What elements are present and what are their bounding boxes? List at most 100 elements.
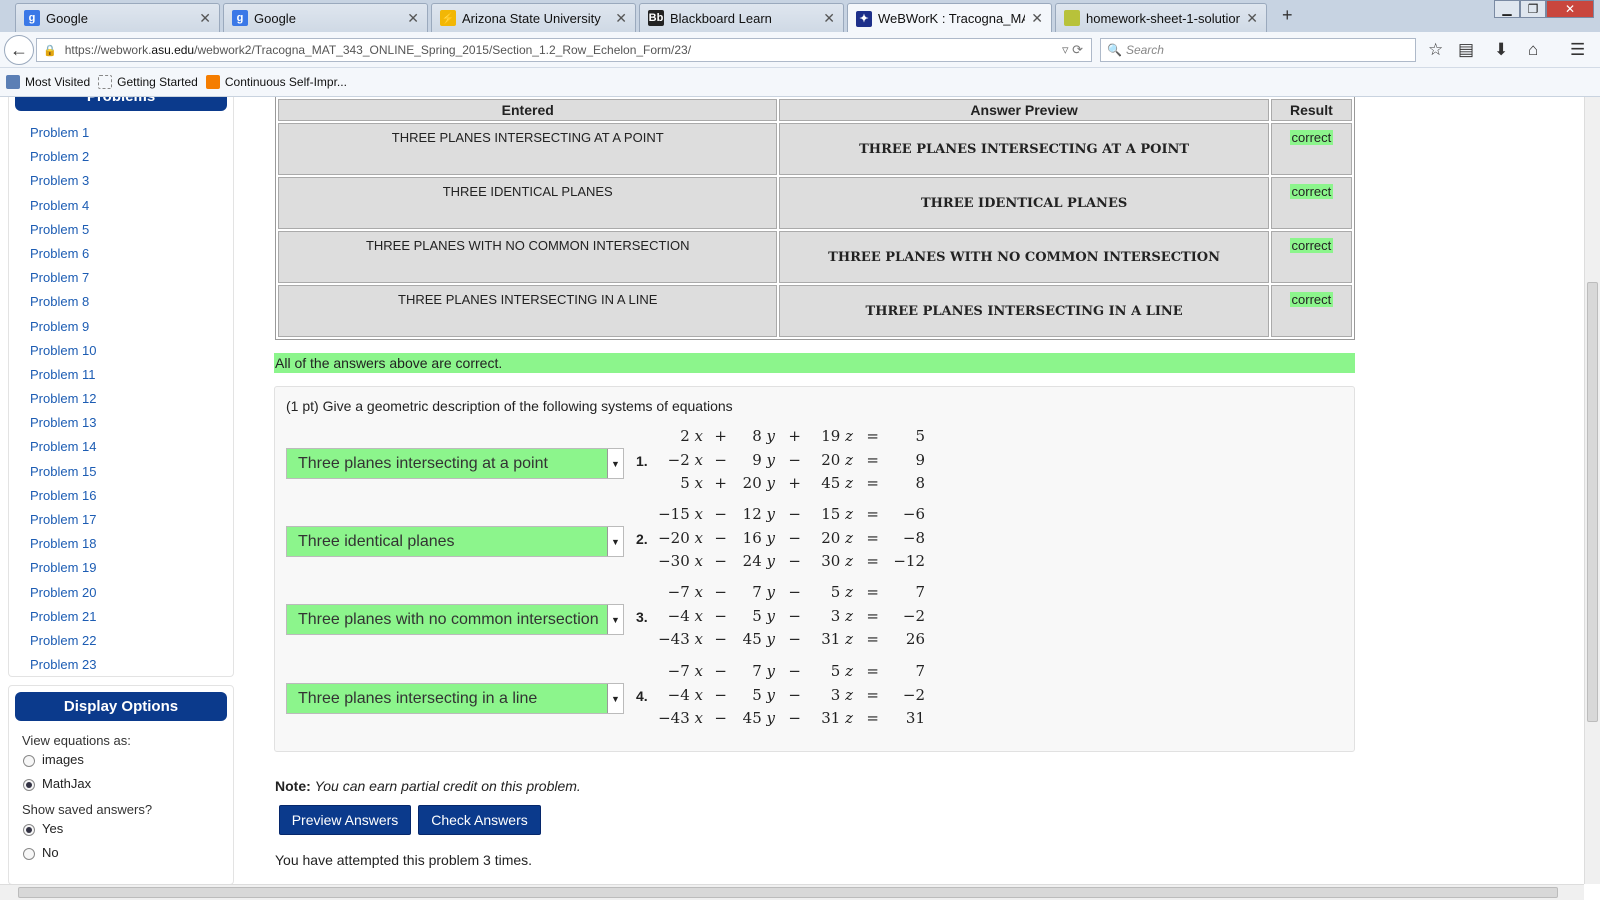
search-input[interactable]: 🔍 Search: [1100, 38, 1416, 62]
equals-sign: =: [866, 474, 879, 492]
coefficient: 5 y: [752, 686, 775, 704]
url-bar[interactable]: 🔒 https://webwork.asu.edu/webwork2/Traco…: [36, 38, 1092, 62]
sidebar-problem-link[interactable]: Problem 15: [30, 464, 96, 488]
answer-select-2[interactable]: Three identical planes ▼: [286, 526, 624, 557]
close-icon[interactable]: ✕: [1031, 10, 1043, 27]
vertical-scroll-thumb[interactable]: [1587, 282, 1598, 722]
sidebar-problem-link[interactable]: Problem 19: [30, 560, 96, 584]
close-window-icon[interactable]: ✕: [1546, 0, 1594, 18]
minimize-icon[interactable]: ▁: [1494, 0, 1520, 18]
answer-select-3[interactable]: Three planes with no common intersection…: [286, 604, 624, 635]
rhs-value: 7: [915, 662, 925, 680]
sidebar-problem-link[interactable]: Problem 7: [30, 270, 96, 294]
variable: z: [840, 505, 853, 523]
coefficient: 5 z: [831, 662, 853, 680]
answer-select-value: Three planes intersecting in a line: [298, 689, 538, 707]
close-icon[interactable]: ✕: [615, 10, 627, 27]
tab-bar: g Google ✕ g Google ✕ ⚡ Arizona State Un…: [0, 0, 1600, 33]
tab-google-2[interactable]: g Google ✕: [223, 3, 428, 32]
variable: y: [761, 450, 775, 469]
sidebar-problem-link[interactable]: Problem 23: [30, 657, 96, 681]
sidebar-problem-link[interactable]: Problem 5: [30, 222, 96, 246]
reload-icon[interactable]: ▿ ⟳: [1062, 42, 1083, 58]
bookmark-continuous-self-improvement[interactable]: Continuous Self-Impr...: [205, 75, 347, 89]
sidebar-problem-link[interactable]: Problem 9: [30, 319, 96, 343]
menu-icon[interactable]: ☰: [1570, 40, 1585, 60]
home-icon[interactable]: ⌂: [1528, 40, 1538, 60]
vertical-scrollbar[interactable]: [1584, 97, 1600, 884]
answer-select-1[interactable]: Three planes intersecting at a point ▼: [286, 448, 624, 479]
sidebar-problem-link[interactable]: Problem 3: [30, 173, 96, 197]
sidebar-problem-link[interactable]: Problem 18: [30, 536, 96, 560]
radio-images[interactable]: [23, 755, 35, 767]
results-header-row: Entered Answer Preview Result: [278, 99, 1352, 121]
entered-cell: THREE PLANES INTERSECTING IN A LINE: [278, 285, 778, 337]
download-icon[interactable]: ⬇: [1494, 40, 1508, 60]
sidebar-problem-link[interactable]: Problem 17: [30, 512, 96, 536]
coefficient-value: −30: [658, 552, 690, 570]
operator: −: [714, 662, 727, 680]
variable: x: [689, 552, 703, 570]
variable: y: [761, 685, 775, 704]
bookmark-getting-started[interactable]: Getting Started: [98, 75, 198, 89]
dropdown-arrow-icon[interactable]: ▼: [607, 684, 623, 713]
equals-sign: =: [866, 528, 879, 547]
sidebar-problem-link[interactable]: Problem 8: [30, 294, 96, 318]
sidebar-problem-link[interactable]: Problem 12: [30, 391, 96, 415]
coefficient-value: 5: [680, 474, 690, 492]
reading-list-icon[interactable]: ▤: [1458, 40, 1474, 60]
sidebar-problem-link[interactable]: Problem 2: [30, 149, 96, 173]
new-tab-icon[interactable]: +: [1282, 5, 1293, 26]
restore-icon[interactable]: ❐: [1520, 0, 1546, 18]
sidebar-problem-link[interactable]: Problem 20: [30, 585, 96, 609]
rhs-value: −8: [902, 528, 925, 547]
sidebar-problem-link[interactable]: Problem 14: [30, 439, 96, 463]
coefficient: −7 x: [668, 662, 703, 680]
answer-select-4[interactable]: Three planes intersecting in a line ▼: [286, 683, 624, 714]
equation-row: 5 x +20 y +45 z = 8: [663, 474, 983, 497]
check-answers-button[interactable]: Check Answers: [418, 805, 541, 835]
sidebar-problem-link[interactable]: Problem 22: [30, 633, 96, 657]
preview-answers-button[interactable]: Preview Answers: [279, 805, 411, 835]
horizontal-scroll-thumb[interactable]: [18, 887, 1558, 898]
equals-sign: =: [866, 552, 879, 570]
tab-homework-solution[interactable]: homework-sheet-1-solution ✕: [1055, 3, 1267, 32]
equation-row: −43 x −45 y −31 z = 31: [658, 709, 983, 732]
tab-asu[interactable]: ⚡ Arizona State University ✕: [431, 3, 636, 32]
equation-row: −20 x −16 y −20 z = −8: [658, 528, 983, 552]
coefficient: 3 z: [831, 686, 853, 704]
tab-webwork[interactable]: ✦ WeBWorK : Tracogna_MAT... ✕: [847, 3, 1052, 33]
horizontal-scrollbar[interactable]: [0, 884, 1584, 900]
coefficient-value: 31: [821, 630, 841, 648]
variable: y: [761, 552, 775, 570]
bookmark-most-visited[interactable]: Most Visited: [6, 75, 90, 89]
rhs-value: 26: [905, 630, 925, 648]
tab-google-1[interactable]: g Google ✕: [15, 3, 220, 32]
close-icon[interactable]: ✕: [1246, 10, 1258, 27]
close-icon[interactable]: ✕: [199, 10, 211, 27]
sidebar-problem-link[interactable]: Problem 11: [30, 367, 96, 391]
back-arrow-icon[interactable]: ←: [4, 35, 34, 65]
coefficient: 16 y: [743, 529, 775, 547]
sidebar-problem-link[interactable]: Problem 1: [30, 125, 96, 149]
close-icon[interactable]: ✕: [407, 10, 419, 27]
sidebar-problem-link[interactable]: Problem 13: [30, 415, 96, 439]
star-icon[interactable]: ☆: [1428, 40, 1443, 60]
radio-no[interactable]: [23, 848, 35, 860]
sidebar-problem-link[interactable]: Problem 4: [30, 198, 96, 222]
radio-mathjax[interactable]: [23, 779, 35, 791]
coefficient: −4 x: [668, 686, 703, 704]
tab-blackboard[interactable]: Bb Blackboard Learn ✕: [639, 3, 844, 32]
dropdown-arrow-icon[interactable]: ▼: [607, 527, 623, 556]
dropdown-arrow-icon[interactable]: ▼: [607, 449, 623, 478]
sidebar-problem-link[interactable]: Problem 10: [30, 343, 96, 367]
sidebar-problem-link[interactable]: Problem 6: [30, 246, 96, 270]
navigation-bar: ← 🔒 https://webwork.asu.edu/webwork2/Tra…: [0, 32, 1600, 68]
radio-yes[interactable]: [23, 824, 35, 836]
coefficient-value: −20: [658, 528, 690, 547]
coefficient: 20 z: [821, 451, 853, 469]
dropdown-arrow-icon[interactable]: ▼: [607, 605, 623, 634]
sidebar-problem-link[interactable]: Problem 21: [30, 609, 96, 633]
sidebar-problem-link[interactable]: Problem 16: [30, 488, 96, 512]
close-icon[interactable]: ✕: [823, 10, 835, 27]
